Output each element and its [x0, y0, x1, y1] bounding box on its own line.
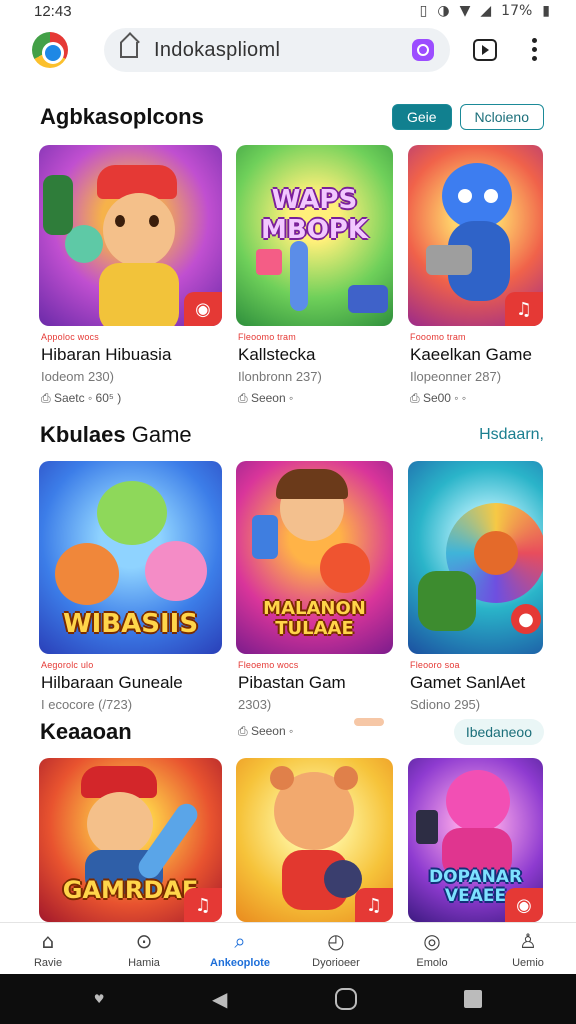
- art-title: MALANON TULAAE: [263, 598, 366, 639]
- music-note-icon: ♫: [184, 888, 222, 922]
- section-header-2: Kbulaes Game Hsdaarn,: [40, 422, 544, 448]
- nav-item-home[interactable]: ⌂ Ravie: [0, 923, 96, 974]
- signal-icon: ◢: [480, 3, 492, 19]
- card-tag: Aegorolc ulo: [41, 660, 94, 670]
- download-icon: ⎙: [41, 391, 54, 405]
- nav-item-profile[interactable]: ♙ Uemio: [480, 923, 576, 974]
- game-thumbnail[interactable]: DOPANAR VEAEE ◉: [408, 758, 543, 922]
- nav-item-alerts[interactable]: ◴ Dyorioeer: [288, 923, 384, 974]
- card-tag: Fooomo tram: [410, 332, 466, 342]
- card-subtitle: Sdiono 295): [410, 697, 481, 712]
- see-all-link[interactable]: Hsdaarn,: [479, 426, 544, 444]
- address-bar[interactable]: Indokasplioml: [104, 28, 450, 72]
- card-meta: ⎙ Saetc ◦ 60⁵ ): [41, 391, 122, 405]
- battery-text: 17%: [501, 3, 533, 19]
- overflow-menu-icon[interactable]: [532, 38, 538, 61]
- alert-icon: ◴: [327, 928, 345, 953]
- card-title: Kallstecka: [238, 345, 316, 364]
- game-thumbnail[interactable]: ♫: [236, 758, 393, 922]
- card-tag: Fleooro soa: [410, 660, 460, 670]
- nav-item-search[interactable]: ⌕ Ankeoplote: [192, 923, 288, 974]
- browser-logo-icon[interactable]: [32, 32, 68, 68]
- wifi-icon: ▼: [459, 3, 471, 19]
- card-subtitle: 2303): [238, 697, 272, 712]
- game-thumbnail[interactable]: WAPS MBOPK: [236, 145, 393, 326]
- lens-icon[interactable]: [412, 39, 434, 61]
- card-tag: Appoloc wocs: [41, 332, 99, 342]
- game-thumbnail[interactable]: ♫: [408, 145, 543, 326]
- home-icon: ⌂: [41, 928, 55, 953]
- music-note-icon: ♫: [505, 292, 543, 326]
- accent-bar: [354, 718, 384, 726]
- download-icon: ⎙: [410, 391, 423, 405]
- game-thumbnail[interactable]: GAMRDAE ♫: [39, 758, 222, 922]
- card-subtitle: Ilonbronn 237): [238, 369, 322, 384]
- vibrate-icon: ▯: [419, 3, 428, 19]
- status-time: 12:43: [34, 2, 72, 20]
- system-navigation-bar: ♥ ◀: [0, 974, 576, 1024]
- card-meta: ⎙ Seeon ◦: [238, 391, 294, 405]
- download-icon: ⎙: [238, 724, 251, 738]
- card-meta: ⎙ Seeon ◦: [238, 724, 294, 738]
- back-icon[interactable]: ◀: [212, 987, 227, 1011]
- section-header-1: Agbkasoplcons Geie Ncloieno: [40, 104, 544, 130]
- card-subtitle: Ilopeonner 287): [410, 369, 502, 384]
- record-icon: ◉: [505, 888, 543, 922]
- person-icon: ♙: [519, 928, 537, 953]
- game-thumbnail[interactable]: ●: [408, 461, 543, 654]
- section-title-2: Kbulaes Game: [40, 422, 192, 447]
- card-subtitle: Iodeom 230): [41, 369, 114, 384]
- section-title-3: Keaaoan: [40, 719, 132, 744]
- status-icons: ▯ ◑ ▼ ◢ 17% ▮: [420, 3, 550, 19]
- music-note-icon: ◉: [184, 292, 222, 326]
- nav-item-compass[interactable]: ⊙ Hamia: [96, 923, 192, 974]
- status-bar: 12:43 ▯ ◑ ▼ ◢ 17% ▮: [0, 0, 576, 22]
- download-icon: ⎙: [238, 391, 251, 405]
- game-thumbnail[interactable]: WIBASIIS: [39, 461, 222, 654]
- card-title: Gamet SanlAet: [410, 673, 526, 692]
- bottom-navigation: ⌂ Ravie ⊙ Hamia ⌕ Ankeoplote ◴ Dyorioeer…: [0, 922, 576, 974]
- battery-icon: ▮: [542, 3, 550, 19]
- recents-icon[interactable]: [464, 990, 483, 1008]
- card-title: Hibaran Hibuasia: [41, 345, 172, 364]
- filter-pill-secondary[interactable]: Ncloieno: [459, 104, 544, 130]
- game-thumbnail[interactable]: MALANON TULAAE: [236, 461, 393, 654]
- card-meta: ⎙ Se00 ◦ ◦: [410, 391, 467, 405]
- search-icon: ⌕: [234, 928, 246, 953]
- section-title-1: Agbkasoplcons: [40, 104, 204, 129]
- home-icon[interactable]: [120, 42, 138, 58]
- data-saver-icon: ◑: [437, 3, 450, 19]
- location-icon: ◎: [423, 928, 441, 953]
- assistant-icon[interactable]: ♥: [94, 992, 105, 1006]
- nav-item-location[interactable]: ◎ Emolo: [384, 923, 480, 974]
- music-note-icon: ♫: [355, 888, 393, 922]
- card-tag: Fleoomo tram: [238, 332, 296, 342]
- section-filters: Geie Ncloieno: [391, 104, 544, 130]
- home-button-icon[interactable]: [334, 988, 357, 1010]
- compass-icon: ⊙: [135, 928, 153, 953]
- card-title: Kaeelkan Game: [410, 345, 532, 364]
- section-pill[interactable]: Ibedaneoo: [453, 719, 544, 745]
- game-thumbnail[interactable]: ◉: [39, 145, 222, 326]
- card-title: Hilbaraan Guneale: [41, 673, 183, 692]
- filter-pill-primary[interactable]: Geie: [391, 104, 452, 130]
- tab-switcher-icon[interactable]: [473, 39, 497, 61]
- card-tag: Fleoemo wocs: [238, 660, 299, 670]
- card-subtitle: I ecocore (/723): [41, 697, 133, 712]
- url-text[interactable]: Indokasplioml: [154, 39, 280, 62]
- card-title: Pibastan Gam: [238, 673, 346, 692]
- record-icon: ●: [511, 604, 541, 634]
- art-title: WIBASIIS: [62, 609, 199, 639]
- browser-toolbar: Indokasplioml: [0, 26, 576, 74]
